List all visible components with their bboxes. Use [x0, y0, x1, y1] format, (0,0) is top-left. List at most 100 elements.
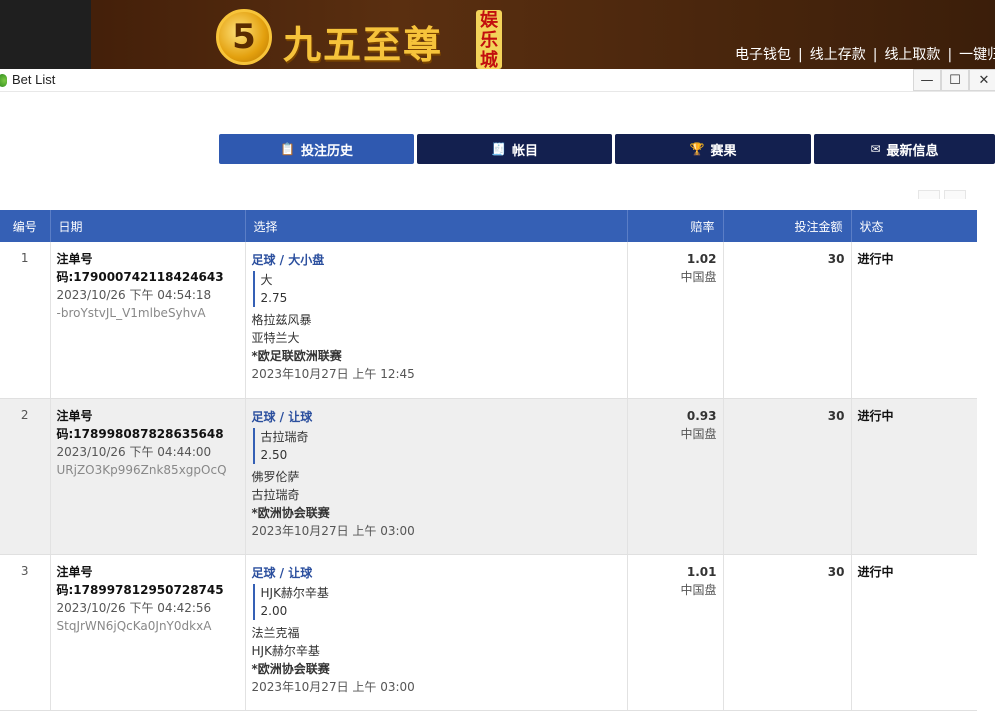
nav-online-deposit[interactable]: 线上存款 — [810, 47, 866, 63]
tab-results[interactable]: 🏆 赛果 — [615, 134, 811, 164]
minimize-button[interactable]: — — [913, 69, 941, 91]
pick-name: 古拉瑞奇 — [260, 429, 309, 444]
app-icon — [0, 74, 7, 87]
row-stake-cell: 30 — [723, 242, 852, 399]
pager-prev-button[interactable] — [918, 190, 940, 199]
nav-e-wallet[interactable]: 电子钱包 — [735, 47, 791, 63]
row-selection-cell: 足球 / 让球 HJK赫尔辛基 2.00 法兰克福 HJK赫尔辛基 *欧洲协会联… — [245, 554, 628, 711]
close-button[interactable]: ✕ — [969, 69, 995, 91]
status-value: 进行中 — [857, 564, 894, 579]
tab-label: 最新信息 — [886, 143, 939, 159]
league-name: *欧足联欧洲联赛 — [251, 349, 342, 363]
clipboard-icon: 📋 — [280, 142, 295, 156]
odds-value: 0.93 — [686, 408, 717, 423]
slip-number: 注单号码:178997812950728745 — [56, 564, 224, 597]
slip-number: 注单号码:179000742118424643 — [56, 252, 224, 284]
pick-block: HJK赫尔辛基 2.00 — [252, 583, 621, 620]
status-value: 进行中 — [857, 252, 894, 266]
header-stake: 投注金额 — [723, 210, 852, 242]
table-row: 1 注单号码:179000742118424643 2023/10/26 下午 … — [0, 242, 977, 399]
league-name: *欧洲协会联赛 — [251, 505, 330, 520]
row-date-cell: 注单号码:178998087828635648 2023/10/26 下午 04… — [50, 398, 246, 555]
pick-name: HJK赫尔辛基 — [260, 585, 329, 600]
row-date-cell: 注单号码:179000742118424643 2023/10/26 下午 04… — [50, 242, 246, 399]
market-name: 足球 / 让球 — [251, 409, 313, 424]
tab-account[interactable]: 🧾 帐目 — [417, 134, 612, 164]
home-team: 格拉兹风暴 — [251, 313, 312, 327]
nav-separator: | — [872, 47, 878, 63]
bet-time: 2023/10/26 下午 04:54:18 — [56, 288, 212, 302]
away-team: 亚特兰大 — [251, 331, 300, 345]
pick-block: 大 2.75 — [252, 271, 621, 307]
row-date-cell: 注单号码:178997812950728745 2023/10/26 下午 04… — [50, 554, 246, 711]
nav-one-click-transfer[interactable]: 一键归户 — [959, 47, 995, 63]
stake-value: 30 — [827, 564, 845, 579]
market-name: 足球 / 大小盘 — [251, 253, 325, 267]
row-odds-cell: 1.02 中国盘 — [627, 242, 724, 399]
odds-type: 中国盘 — [680, 270, 717, 284]
tab-bet-history[interactable]: 📋 投注历史 — [219, 134, 414, 164]
tab-latest-news[interactable]: ✉ 最新信息 — [814, 134, 995, 164]
bet-hash: StqJrWN6jQcKa0JnY0dkxA — [56, 618, 212, 633]
brand-badge: 娱乐城 — [476, 10, 502, 69]
tab-label: 赛果 — [710, 143, 737, 159]
kickoff-time: 2023年10月27日 上午 12:45 — [251, 367, 415, 381]
row-status-cell: 进行中 — [851, 554, 977, 711]
header-selection: 选择 — [245, 210, 628, 242]
odds-value: 1.01 — [686, 564, 717, 579]
header-odds: 赔率 — [627, 210, 724, 242]
home-team: 佛罗伦萨 — [251, 469, 300, 484]
tab-label: 帐目 — [511, 143, 538, 159]
kickoff-time: 2023年10月27日 上午 03:00 — [251, 679, 415, 694]
bet-hash: URjZO3Kp996Znk85xgpOcQ — [56, 462, 227, 477]
status-value: 进行中 — [857, 408, 894, 423]
site-banner: 5 九五至尊 娱乐城 电子钱包 | 线上存款 | 线上取款 | 一键归户 — [0, 0, 995, 69]
row-odds-cell: 1.01 中国盘 — [627, 554, 724, 711]
logo-digit: 5 — [232, 17, 256, 57]
bet-time: 2023/10/26 下午 04:42:56 — [56, 600, 212, 615]
row-selection-cell: 足球 / 大小盘 大 2.75 格拉兹风暴 亚特兰大 *欧足联欧洲联赛 2023… — [245, 242, 628, 399]
nav-separator: | — [947, 47, 953, 63]
trophy-icon: 🏆 — [689, 142, 705, 156]
row-status-cell: 进行中 — [851, 398, 977, 555]
row-number: 1 — [0, 242, 51, 399]
row-number: 2 — [0, 398, 51, 555]
row-odds-cell: 0.93 中国盘 — [627, 398, 724, 555]
nav-separator: | — [798, 47, 803, 63]
maximize-button[interactable]: ☐ — [941, 69, 969, 91]
nav-online-withdraw[interactable]: 线上取款 — [884, 47, 940, 63]
window-titlebar: Bet List — ☐ ✕ — [0, 69, 995, 92]
table-row: 2 注单号码:178998087828635648 2023/10/26 下午 … — [0, 398, 977, 555]
bet-list-table: 编号 日期 选择 赔率 投注金额 状态 1 注单号码:1790007421184… — [0, 210, 977, 711]
odds-type: 中国盘 — [680, 426, 717, 441]
odds-type: 中国盘 — [680, 582, 717, 597]
pick-line: 2.75 — [260, 291, 288, 305]
row-stake-cell: 30 — [723, 398, 852, 555]
row-selection-cell: 足球 / 让球 古拉瑞奇 2.50 佛罗伦萨 古拉瑞奇 *欧洲协会联赛 2023… — [245, 398, 628, 555]
brand-logo-icon: 5 — [216, 9, 272, 65]
stake-value: 30 — [827, 252, 845, 266]
tab-bar: 📋 投注历史 🧾 帐目 🏆 赛果 ✉ 最新信息 — [0, 134, 995, 164]
kickoff-time: 2023年10月27日 上午 03:00 — [251, 523, 415, 538]
row-status-cell: 进行中 — [851, 242, 977, 399]
away-team: 古拉瑞奇 — [251, 487, 300, 502]
envelope-icon: ✉ — [870, 142, 881, 156]
league-name: *欧洲协会联赛 — [251, 661, 330, 676]
row-number: 3 — [0, 554, 51, 711]
pick-name: 大 — [260, 273, 273, 287]
table-header-row: 编号 日期 选择 赔率 投注金额 状态 — [0, 210, 977, 242]
market-name: 足球 / 让球 — [251, 565, 313, 580]
odds-value: 1.02 — [686, 252, 717, 266]
bet-hash: -broYstvJL_V1mlbeSyhvA — [56, 306, 206, 320]
window-title: Bet List — [12, 72, 56, 87]
pick-line: 2.00 — [260, 603, 288, 618]
receipt-icon: 🧾 — [491, 142, 506, 156]
pick-line: 2.50 — [260, 447, 288, 462]
table-row: 3 注单号码:178997812950728745 2023/10/26 下午 … — [0, 554, 977, 711]
top-nav: 电子钱包 | 线上存款 | 线上取款 | 一键归户 — [735, 44, 995, 64]
row-stake-cell: 30 — [723, 554, 852, 711]
header-date: 日期 — [50, 210, 246, 242]
brand-name: 九五至尊 — [283, 22, 444, 67]
tab-label: 投注历史 — [300, 143, 353, 159]
pager-next-button[interactable] — [944, 190, 966, 199]
